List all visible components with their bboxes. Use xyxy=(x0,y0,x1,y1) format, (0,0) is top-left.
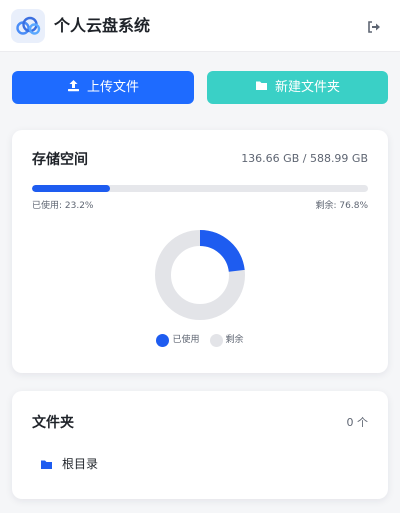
logout-icon[interactable] xyxy=(367,19,381,33)
app-header: 个人云盘系统 xyxy=(0,0,400,52)
storage-card: 存储空间 136.66 GB / 588.99 GB 已使用: 23.2% 剩余… xyxy=(12,130,388,373)
folder-item-label: 根目录 xyxy=(62,457,99,471)
folder-icon xyxy=(255,80,268,95)
upload-file-label: 上传文件 xyxy=(86,79,139,95)
storage-progress-fill xyxy=(32,185,110,192)
chart-legend: 已使用 剩余 xyxy=(12,330,388,350)
storage-donut-chart xyxy=(155,230,245,320)
storage-title: 存储空间 xyxy=(32,152,88,168)
legend-label: 剩余 xyxy=(225,335,244,345)
folder-item-root[interactable]: 根目录 xyxy=(40,454,98,474)
folder-count: 0 个 xyxy=(346,416,369,429)
folders-card: 文件夹 0 个 根目录 xyxy=(12,391,388,499)
remaining-percentage: 剩余: 76.8% xyxy=(315,201,368,211)
folders-title: 文件夹 xyxy=(32,415,74,431)
storage-summary: 136.66 GB / 588.99 GB xyxy=(241,152,368,165)
folder-icon xyxy=(40,455,53,474)
used-percentage: 已使用: 23.2% xyxy=(32,201,94,211)
new-folder-label: 新建文件夹 xyxy=(274,79,340,95)
upload-file-button[interactable]: 上传文件 xyxy=(12,71,194,104)
legend-label: 已使用 xyxy=(172,335,200,345)
legend-dot xyxy=(156,333,170,347)
legend-dot xyxy=(209,333,223,347)
legend-item-remaining: 剩余 xyxy=(209,333,244,347)
cloud-icon xyxy=(11,9,45,43)
storage-progress-bar xyxy=(32,185,368,192)
new-folder-button[interactable]: 新建文件夹 xyxy=(207,71,388,104)
donut-slice-used xyxy=(199,230,245,273)
app-title: 个人云盘系统 xyxy=(54,16,151,35)
legend-item-used: 已使用 xyxy=(156,333,200,347)
upload-icon xyxy=(67,79,80,96)
